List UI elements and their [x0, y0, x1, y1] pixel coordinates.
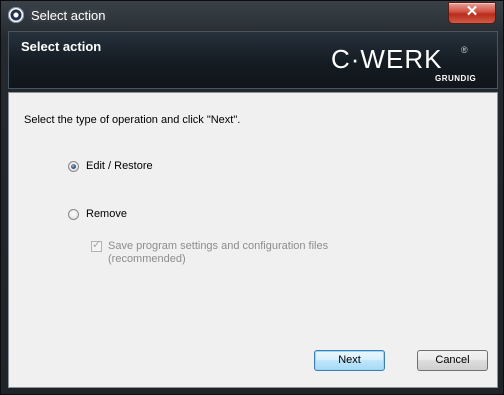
window-title: Select action	[31, 8, 106, 23]
option-label: Remove	[86, 208, 127, 220]
instruction-text: Select the type of operation and click "…	[24, 114, 241, 126]
option-edit-restore[interactable]: Edit / Restore	[68, 160, 153, 172]
checkmark-icon: ✓	[92, 239, 102, 251]
page-title: Select action	[21, 39, 102, 54]
close-button[interactable]: ✕	[448, 2, 496, 24]
logo-wordmark: C·WERK	[331, 44, 443, 74]
content-panel: Select the type of operation and click "…	[8, 92, 498, 388]
app-icon[interactable]	[8, 7, 24, 23]
cancel-button[interactable]: Cancel	[417, 350, 488, 371]
save-settings-checkbox: ✓	[91, 239, 102, 252]
radio-button-selected[interactable]	[68, 160, 79, 172]
logo-registered-mark: ®	[461, 45, 468, 55]
close-icon: ✕	[465, 3, 479, 20]
dialog-window: Select action ✕ Select action C·WERK ® G…	[0, 0, 504, 395]
save-settings-note: (recommended)	[108, 253, 186, 265]
save-settings-checkbox-row: ✓ Save program settings and configuratio…	[91, 239, 329, 266]
cwerk-logo: C·WERK ® GRUNDIG	[331, 44, 481, 88]
header-banner: Select action C·WERK ® GRUNDIG	[8, 31, 498, 89]
save-settings-label: Save program settings and configuration …	[108, 240, 329, 252]
option-label: Edit / Restore	[86, 160, 153, 172]
next-button[interactable]: Next	[314, 350, 385, 371]
title-bar[interactable]: Select action ✕	[1, 1, 503, 31]
option-remove[interactable]: Remove	[68, 208, 127, 220]
radio-button[interactable]	[68, 208, 79, 220]
logo-brand: GRUNDIG	[435, 74, 477, 83]
